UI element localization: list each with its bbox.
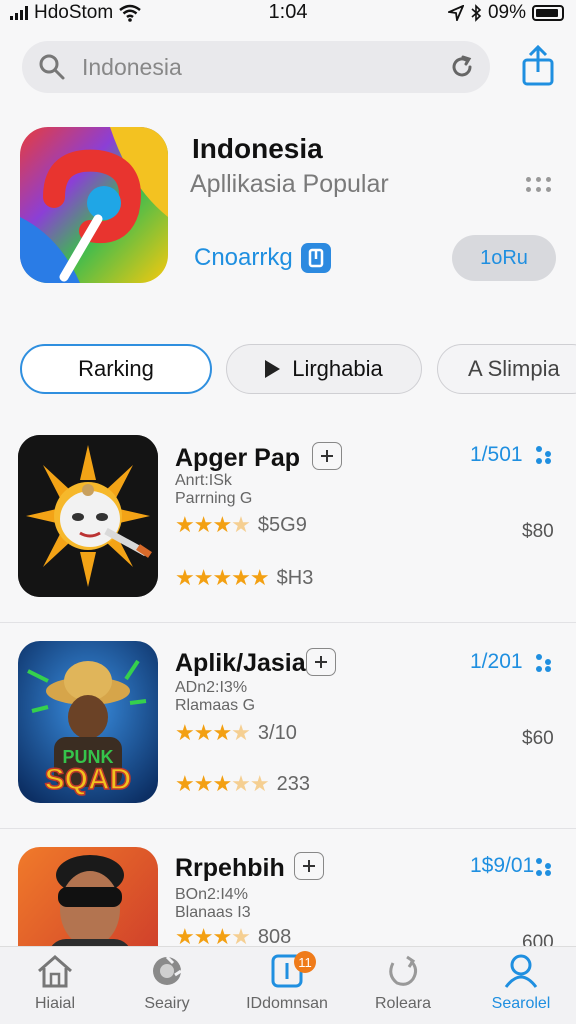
nav-label-apps: IDdomnsan — [246, 995, 328, 1012]
location-icon — [447, 5, 464, 21]
more-options-icon[interactable] — [524, 175, 554, 195]
nav-item-search[interactable]: Searolel — [466, 953, 576, 1013]
app-name: Rrpehbih — [175, 854, 285, 882]
add-button[interactable] — [294, 852, 324, 880]
rating-stars-secondary: ★★★★★ $H3 — [175, 565, 313, 591]
app-name: Apger Pap — [175, 444, 301, 472]
more-dots-icon[interactable] — [536, 654, 552, 678]
rating-stars: ★★★★ $5G9 — [175, 512, 307, 538]
nav-item-updates[interactable]: Roleara — [348, 953, 458, 1013]
bottom-nav: Hiaial Seairy 11 IDdomnsan Roleara Searo… — [0, 946, 576, 1024]
plus-icon — [315, 656, 327, 668]
nav-item-games[interactable]: Seairy — [112, 953, 222, 1013]
app-meta-line2: Parrning G — [175, 490, 253, 507]
app-icon-portrait — [18, 847, 158, 946]
star-icons: ★★★★★ — [175, 771, 270, 796]
game-icon — [153, 955, 182, 985]
search-bar[interactable]: Indonesia — [22, 41, 490, 93]
nav-item-home[interactable]: Hiaial — [0, 953, 110, 1013]
nav-item-apps[interactable]: 11 IDdomnsan — [232, 951, 342, 1013]
rank-label: 1$9/01 — [470, 854, 535, 877]
status-right: 09% — [447, 2, 564, 24]
nav-label-games: Seairy — [144, 995, 190, 1012]
bluetooth-icon — [471, 4, 482, 22]
rank-label: 1/201 — [470, 650, 523, 673]
app-name: Aplik/Jasia — [175, 649, 306, 677]
page-subtitle: Apllikasia Popular — [190, 170, 389, 198]
app-icon-punk-squad: PUNK SQAD — [18, 641, 158, 803]
tab-video-label: Lirghabia — [292, 356, 383, 381]
app-meta-line1: BOn2:I4% — [175, 886, 248, 903]
more-dots-icon[interactable] — [536, 446, 552, 470]
notification-badge: 11 — [294, 951, 316, 973]
tab-video[interactable]: Lirghabia — [226, 344, 422, 394]
rating-count: $5G9 — [257, 513, 307, 536]
bookmark-icon — [300, 243, 331, 273]
rating-stars: ★★★★ 808 — [175, 924, 291, 946]
rating-count: 3/10 — [257, 721, 297, 744]
price-label: $80 — [522, 521, 554, 542]
nav-label-updates: Roleara — [374, 995, 432, 1012]
divider — [0, 828, 576, 829]
list-item[interactable]: Rrpehbih BOn2:I4% Blanaas I3 ★★★★ 808 1$… — [0, 844, 576, 946]
star-icons: ★★★★★ — [175, 565, 270, 590]
price-label: $60 — [522, 728, 554, 749]
reload-icon[interactable] — [448, 53, 476, 81]
rating-count: 233 — [276, 772, 310, 795]
update-icon — [389, 955, 418, 986]
star-icons: ★★★★ — [175, 924, 251, 946]
add-button[interactable] — [312, 442, 342, 470]
featured-app-icon[interactable] — [20, 127, 168, 283]
tab-third-label: A Slimpia — [468, 356, 560, 381]
price-label: 600 — [522, 932, 554, 946]
app-meta-line2: Rlamaas G — [175, 697, 256, 714]
rank-label: 1/501 — [470, 443, 523, 466]
person-icon — [504, 954, 538, 988]
list-item[interactable]: Apger Pap Anrt:ISk Parrning G ★★★★ $5G9 … — [0, 432, 576, 622]
app-meta: BOn2:I4% Blanaas I3 — [175, 886, 251, 922]
get-button[interactable]: 1oRu — [452, 235, 556, 281]
battery-percent: 09% — [487, 2, 526, 23]
battery-icon — [532, 5, 564, 21]
nav-label-search: Searolel — [491, 995, 551, 1012]
more-dots-icon[interactable] — [536, 858, 552, 882]
tab-ranking[interactable]: Rarking — [20, 344, 212, 394]
star-icons: ★★★★ — [175, 512, 251, 537]
rating-stars-secondary: ★★★★★ 233 — [175, 771, 310, 797]
tab-third[interactable]: A Slimpia — [437, 344, 576, 394]
home-icon — [38, 955, 72, 988]
share-button[interactable] — [516, 44, 560, 88]
plus-icon — [303, 860, 315, 872]
page-title: Indonesia — [192, 133, 323, 164]
app-meta: ADn2:I3% Rlamaas G — [175, 679, 255, 715]
app-meta-line2: Blanaas I3 — [175, 904, 251, 921]
star-icons: ★★★★ — [175, 720, 251, 745]
nav-label-home: Hiaial — [34, 995, 75, 1012]
list-item[interactable]: PUNK SQAD Aplik/Jasia ADn2:I3% Rlamaas G… — [0, 636, 576, 826]
app-icon-sun-mask — [18, 435, 158, 597]
app-meta: Anrt:ISk Parrning G — [175, 472, 252, 508]
tab-ranking-label: Rarking — [78, 356, 154, 381]
rating-stars: ★★★★ 3/10 — [175, 720, 297, 746]
divider — [0, 622, 576, 623]
play-icon — [265, 360, 281, 378]
app-meta-line1: Anrt:ISk — [175, 472, 232, 489]
status-bar: HdoStom 1:04 09% — [0, 0, 576, 26]
svg-text:SQAD: SQAD — [45, 763, 132, 796]
app-meta-line1: ADn2:I3% — [175, 679, 248, 696]
rating-count: 808 — [257, 925, 292, 947]
ranking-link[interactable]: Cnoarrkg — [194, 243, 331, 273]
add-button[interactable] — [306, 648, 336, 676]
rating-count: $H3 — [276, 566, 314, 589]
ranking-link-label: Cnoarrkg — [194, 244, 293, 271]
plus-icon — [321, 450, 333, 462]
search-input[interactable]: Indonesia — [82, 54, 182, 81]
search-icon — [39, 54, 65, 80]
